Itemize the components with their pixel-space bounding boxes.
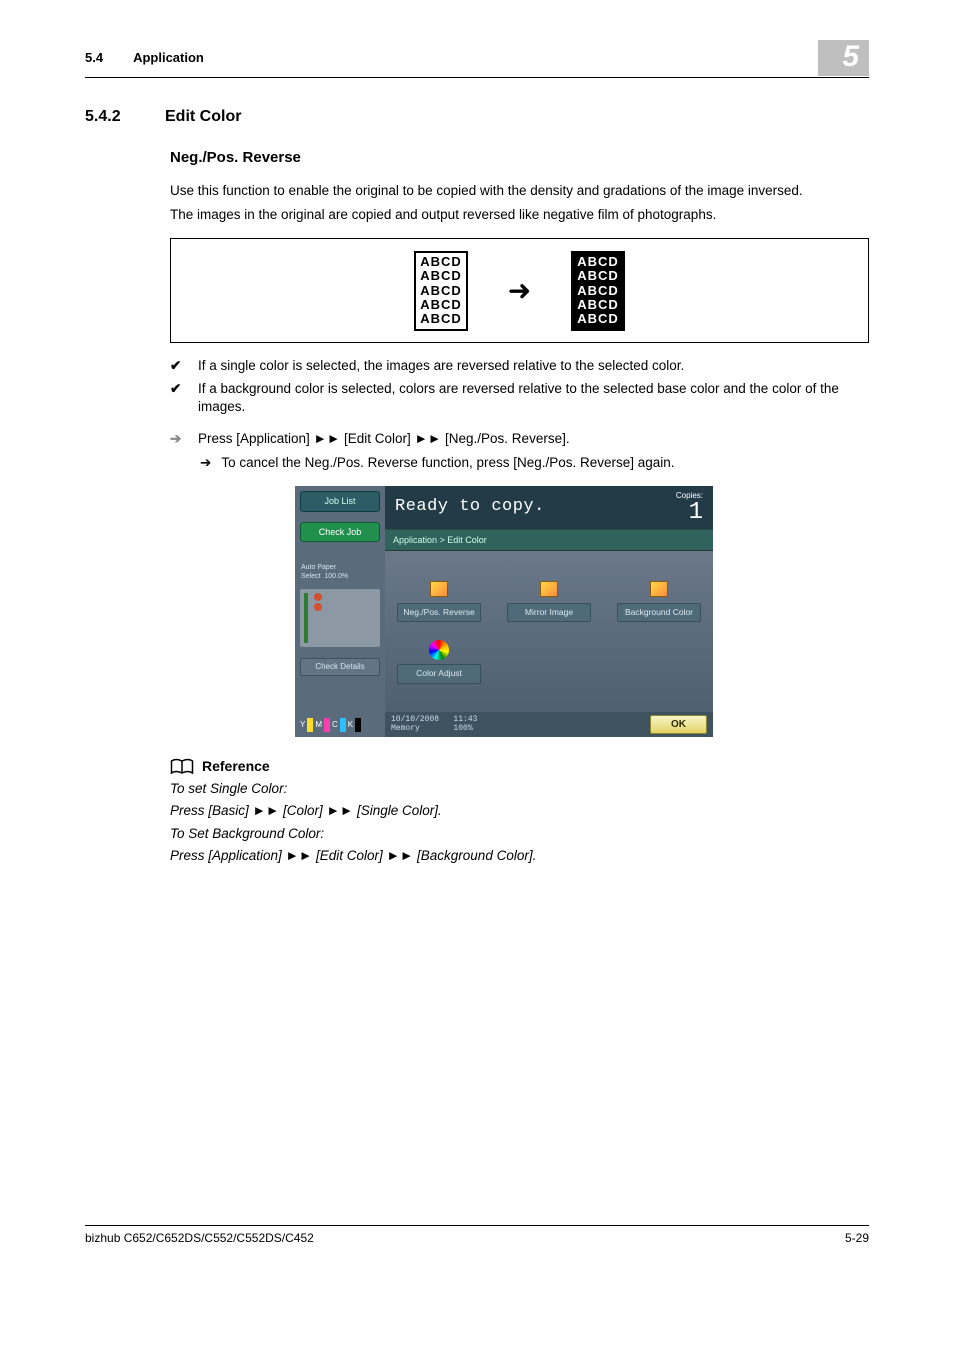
status-message: Ready to copy. — [395, 496, 545, 519]
settings-preview — [300, 589, 380, 647]
check-icon: ✔ — [170, 380, 184, 398]
section-title: Edit Color — [165, 106, 241, 128]
color-adjust-button[interactable]: Color Adjust — [397, 638, 481, 683]
check-job-tab[interactable]: Check Job — [300, 522, 380, 542]
arrow-right-icon: ➔ — [170, 430, 184, 448]
reference-heading: Reference — [85, 757, 869, 776]
page-header: 5.4 Application 5 — [85, 40, 869, 78]
neg-pos-reverse-button[interactable]: Neg./Pos. Reverse — [397, 577, 481, 622]
copies-count: 1 — [689, 499, 703, 526]
bottom-bar: 10/10/2008 11:43 Memory 100% OK — [385, 712, 713, 738]
step-1: ➔ Press [Application] ►► [Edit Color] ►►… — [85, 430, 869, 448]
ref-line-3: To Set Background Color: — [85, 825, 869, 843]
subsection-title: Neg./Pos. Reverse — [170, 148, 869, 168]
intro-p1: Use this function to enable the original… — [85, 182, 869, 200]
step-1-sub: ➔ To cancel the Neg./Pos. Reverse functi… — [85, 454, 869, 472]
mirror-image-button[interactable]: Mirror Image — [507, 577, 591, 622]
ok-button[interactable]: OK — [650, 715, 707, 735]
header-section-num: 5.4 — [85, 49, 103, 67]
paper-zoom-info: Auto Paper Select 100.0% — [295, 559, 385, 586]
options-area: Neg./Pos. Reverse Mirror Image Backgroun… — [385, 551, 713, 712]
status-bar: Ready to copy. Copies: 1 — [385, 486, 713, 528]
header-section-name: Application — [133, 49, 204, 67]
toner-levels: Y M C K — [295, 710, 385, 737]
bullet-1: ✔ If a single color is selected, the ima… — [85, 357, 869, 375]
reverse-diagram: ABCD ABCD ABCD ABCD ABCD ➜ ABCD ABCD ABC… — [170, 238, 869, 343]
breadcrumb: Application > Edit Color — [385, 529, 713, 551]
book-icon — [170, 758, 194, 776]
section-heading: 5.4.2 Edit Color — [85, 106, 869, 128]
arrow-right-icon: ➜ — [508, 272, 531, 310]
intro-p2: The images in the original are copied an… — [85, 206, 869, 224]
chapter-badge: 5 — [818, 40, 869, 76]
color-wheel-icon — [429, 640, 449, 660]
background-color-button[interactable]: Background Color — [617, 577, 701, 622]
bullet-2: ✔ If a background color is selected, col… — [85, 380, 869, 416]
reference-title: Reference — [202, 757, 270, 776]
footer-model: bizhub C652/C652DS/C552/C552DS/C452 — [85, 1230, 314, 1246]
check-details-button[interactable]: Check Details — [300, 658, 380, 677]
side-panel: Job List Check Job Auto Paper Select 100… — [295, 486, 385, 737]
ref-line-1: To set Single Color: — [85, 780, 869, 798]
section-number: 5.4.2 — [85, 106, 135, 128]
check-icon: ✔ — [170, 357, 184, 375]
footer-page: 5-29 — [845, 1230, 869, 1246]
touch-panel-screenshot: Job List Check Job Auto Paper Select 100… — [295, 486, 713, 737]
subsection-heading: Neg./Pos. Reverse — [85, 148, 869, 168]
ref-line-4: Press [Application] ►► [Edit Color] ►► [… — [85, 847, 869, 865]
arrow-right-icon: ➔ — [200, 454, 211, 472]
job-list-tab[interactable]: Job List — [300, 491, 380, 511]
diagram-original: ABCD ABCD ABCD ABCD ABCD — [414, 251, 468, 330]
ref-line-2: Press [Basic] ►► [Color] ►► [Single Colo… — [85, 802, 869, 820]
diagram-reversed: ABCD ABCD ABCD ABCD ABCD — [571, 251, 625, 330]
page-footer: bizhub C652/C652DS/C552/C552DS/C452 5-29 — [85, 1225, 869, 1246]
